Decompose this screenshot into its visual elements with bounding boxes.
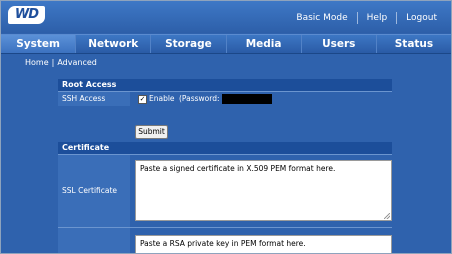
- private-key-textarea[interactable]: Paste a RSA private key in PEM format he…: [135, 235, 392, 253]
- ssl-certificate-textarea[interactable]: Paste a signed certificate in X.509 PEM …: [135, 160, 392, 221]
- submit-button[interactable]: Submit: [135, 125, 168, 139]
- top-links: Basic Mode Help Logout: [296, 12, 437, 24]
- root-access-panel: Root Access SSH Access ✓ Enable (Passwor…: [58, 79, 392, 139]
- main-tabs: System Network Storage Media Users Statu…: [1, 34, 451, 54]
- app-frame: WD Basic Mode Help Logout System Network…: [0, 0, 452, 254]
- basic-mode-link[interactable]: Basic Mode: [296, 13, 347, 23]
- checkmark-icon: ✓: [139, 95, 146, 103]
- enable-checkbox[interactable]: ✓: [138, 95, 147, 104]
- password-field[interactable]: [222, 94, 272, 104]
- ssh-access-label: SSH Access: [58, 92, 130, 106]
- resize-grip-icon[interactable]: [384, 213, 390, 219]
- password-label: (Password:: [179, 94, 220, 103]
- enable-label: Enable: [149, 94, 175, 103]
- breadcrumb-separator: |: [51, 58, 55, 67]
- private-key-label: [58, 228, 130, 253]
- divider: [356, 12, 358, 24]
- root-access-header: Root Access: [58, 79, 392, 92]
- private-key-placeholder: Paste a RSA private key in PEM format he…: [140, 239, 306, 248]
- tab-users[interactable]: Users: [302, 35, 377, 53]
- help-link[interactable]: Help: [367, 13, 388, 23]
- tab-status[interactable]: Status: [377, 35, 451, 53]
- certificate-header: Certificate: [58, 142, 392, 155]
- tab-media[interactable]: Media: [227, 35, 302, 53]
- tab-network[interactable]: Network: [76, 35, 152, 53]
- breadcrumb-home[interactable]: Home: [25, 58, 49, 67]
- ssh-access-row: SSH Access ✓ Enable (Password: Submit: [58, 92, 392, 139]
- ssl-certificate-label: SSL Certificate: [58, 155, 130, 227]
- tab-storage[interactable]: Storage: [151, 35, 227, 53]
- certificate-panel: Certificate SSL Certificate Paste a sign…: [58, 142, 392, 253]
- tab-system[interactable]: System: [1, 35, 77, 53]
- divider: [396, 12, 398, 24]
- logout-link[interactable]: Logout: [406, 13, 437, 23]
- breadcrumb-advanced[interactable]: Advanced: [57, 58, 97, 67]
- breadcrumb: Home | Advanced: [25, 58, 97, 67]
- wd-logo: WD: [8, 6, 45, 24]
- ssl-certificate-placeholder: Paste a signed certificate in X.509 PEM …: [140, 164, 336, 173]
- top-bar: WD Basic Mode Help Logout: [1, 1, 451, 33]
